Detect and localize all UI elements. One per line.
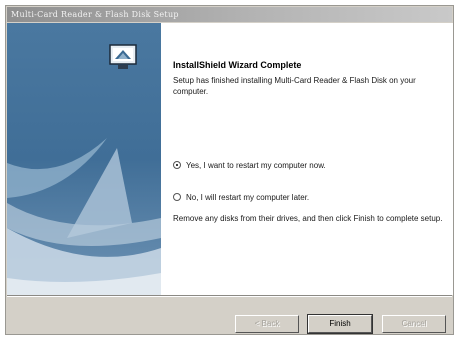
radio-restart-later-label: No, I will restart my computer later.	[186, 192, 310, 202]
window-title: Multi-Card Reader & Flash Disk Setup	[11, 10, 179, 19]
finish-button[interactable]: Finish	[307, 314, 373, 334]
completion-description: Setup has finished installing Multi-Card…	[173, 76, 416, 96]
radio-restart-later[interactable]: No, I will restart my computer later.	[173, 191, 309, 203]
setup-wizard-window: Multi-Card Reader & Flash Disk Setup Ins…	[5, 5, 454, 335]
finish-instructions: Remove any disks from their drives, and …	[173, 214, 443, 223]
radio-restart-now-indicator[interactable]	[173, 161, 181, 169]
back-button[interactable]: < Back	[235, 315, 299, 333]
wizard-side-banner	[7, 23, 161, 295]
radio-restart-now-label: Yes, I want to restart my computer now.	[186, 160, 326, 170]
window-titlebar[interactable]: Multi-Card Reader & Flash Disk Setup	[7, 7, 452, 22]
footer-divider	[7, 295, 452, 297]
radio-restart-now[interactable]: Yes, I want to restart my computer now.	[173, 159, 326, 171]
cancel-button[interactable]: Cancel	[382, 315, 446, 333]
page-title: InstallShield Wizard Complete	[173, 60, 302, 70]
wizard-content-panel: InstallShield Wizard Complete Setup has …	[161, 23, 453, 295]
banner-graphic	[7, 23, 161, 295]
radio-restart-later-indicator[interactable]	[173, 193, 181, 201]
installshield-computer-icon	[109, 44, 137, 70]
